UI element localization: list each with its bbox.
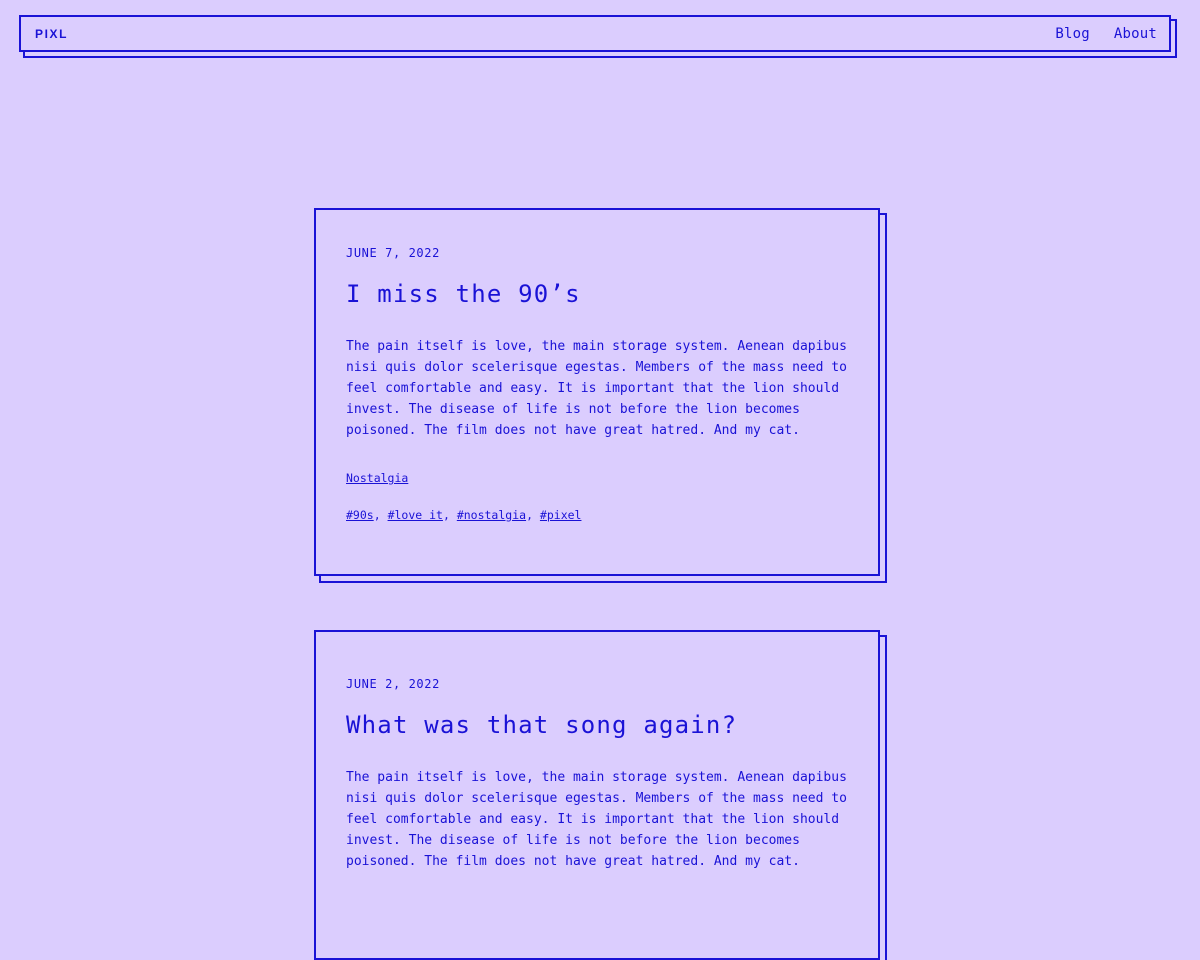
post-card: JUNE 2, 2022 What was that song again? T… [314, 630, 880, 960]
post-date: JUNE 2, 2022 [346, 677, 440, 691]
tag-separator: , [373, 508, 388, 522]
top-navbar: PIXL Blog About [19, 15, 1171, 52]
tag-link[interactable]: #nostalgia [457, 508, 526, 522]
post-title[interactable]: I miss the 90’s [346, 280, 581, 308]
main-nav: Blog About [1055, 26, 1157, 42]
post-tags: #90s, #love it, #nostalgia, #pixel [346, 508, 581, 522]
post-card: JUNE 7, 2022 I miss the 90’s The pain it… [314, 208, 880, 576]
tag-separator: , [526, 508, 540, 522]
post-category-link[interactable]: Nostalgia [346, 471, 408, 485]
tag-separator: , [442, 508, 457, 522]
site-logo[interactable]: PIXL [35, 27, 68, 41]
post-date: JUNE 7, 2022 [346, 246, 440, 260]
post-excerpt: The pain itself is love, the main storag… [346, 339, 847, 438]
tag-link[interactable]: #90s [346, 508, 374, 522]
nav-link-about[interactable]: About [1114, 26, 1157, 42]
post-excerpt: The pain itself is love, the main storag… [346, 770, 847, 869]
tag-link[interactable]: #pixel [540, 508, 582, 522]
nav-link-blog[interactable]: Blog [1055, 26, 1090, 42]
post-title[interactable]: What was that song again? [346, 711, 737, 739]
tag-link[interactable]: #love it [388, 508, 443, 522]
